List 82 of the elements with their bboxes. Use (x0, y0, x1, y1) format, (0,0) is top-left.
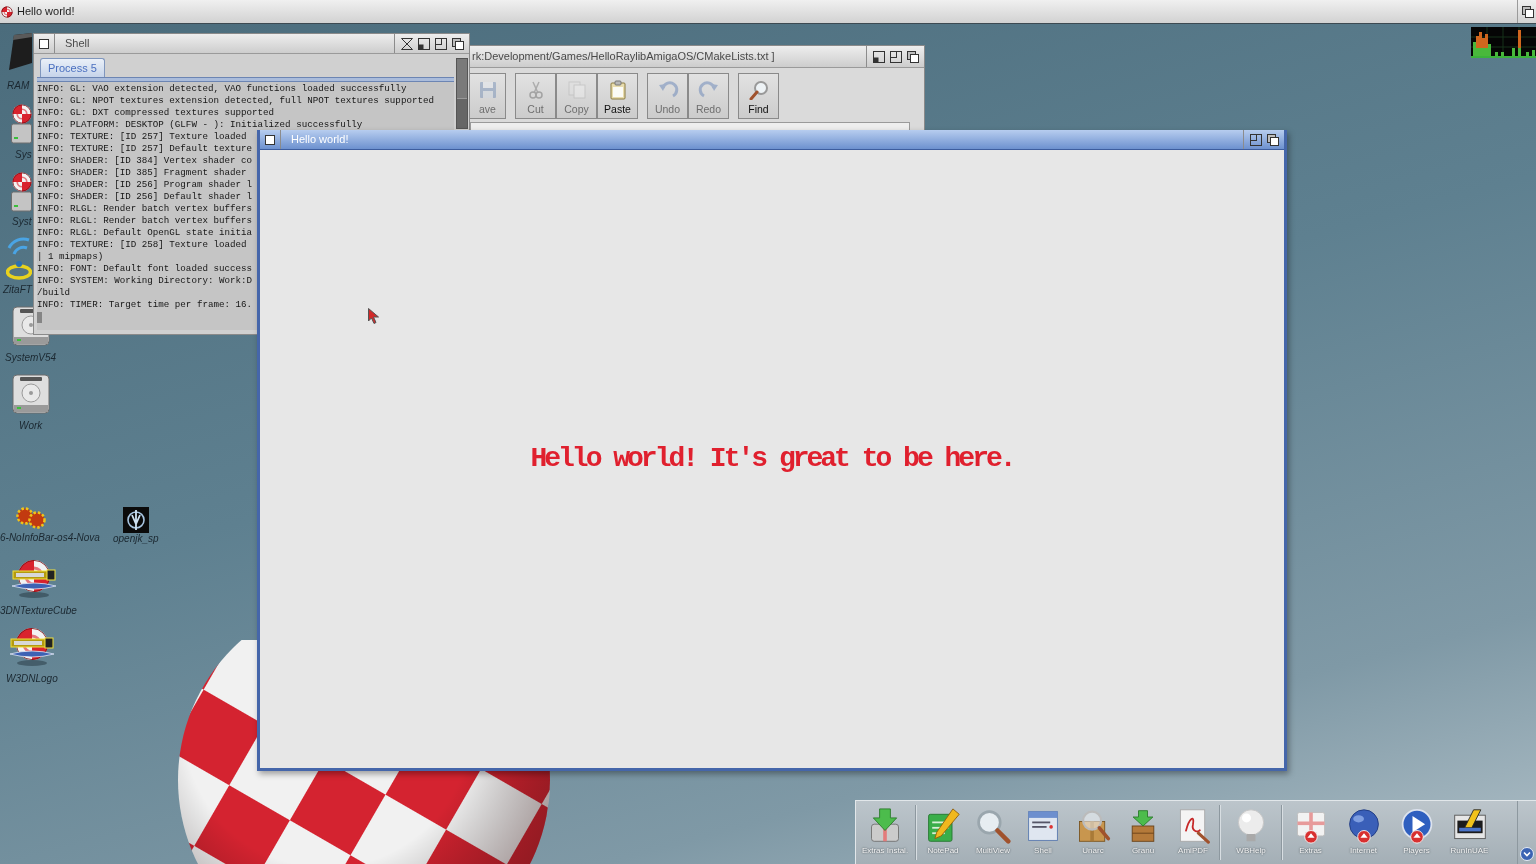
log-line: INFO: TIMER: Target time per frame: 16. (37, 299, 253, 311)
log-line: INFO: FONT: Default font loaded success (37, 263, 253, 275)
mouse-pointer-icon (368, 308, 380, 324)
log-line: INFO: PLATFORM: DESKTOP (GLFW - ): Initialized successfully (37, 119, 363, 131)
cpu-meter-drawing (1471, 27, 1536, 58)
dock-item[interactable]: MultiView (968, 801, 1018, 864)
desktop-icon-label[interactable]: 6-NoInfoBar-os4-Nova (0, 532, 100, 544)
ball-logo-icon[interactable] (8, 626, 56, 666)
desktop-icon-label[interactable]: openjk_sp (113, 533, 159, 545)
gears-icon[interactable] (16, 506, 46, 530)
log-line: INFO: GL: NPOT textures extension detected, full NPOT textures supported (37, 95, 434, 107)
zoom-icon[interactable] (1250, 133, 1262, 146)
close-icon[interactable] (38, 37, 50, 50)
log-line: INFO: SHADER: [ID 384] Vertex shader co (37, 155, 253, 167)
log-line: INFO: TEXTURE: [ID 257] Default texture (37, 143, 253, 155)
magnifier-icon (975, 808, 1011, 844)
disk-icon[interactable] (11, 170, 32, 212)
scrollbar-track[interactable] (456, 58, 468, 129)
dock-item[interactable]: Players (1390, 801, 1443, 864)
zoom-icon[interactable] (890, 50, 902, 63)
dock-item[interactable]: AmiPDF (1168, 801, 1218, 864)
log-line: | 1 mipmaps) (37, 251, 104, 263)
log-line: INFO: RLGL: Render batch vertex buffers (37, 203, 253, 215)
window-title: rk:Development/Games/HelloRaylibAmigaOS/CMakeLists.txt ] (472, 49, 775, 65)
tab[interactable]: Process 5 (40, 58, 105, 77)
terminal-window-icon (1025, 808, 1061, 844)
window-title-bar[interactable]: rk:Development/Games/HelloRaylibAmigaOS/CMakeLists.txt ] (470, 46, 924, 68)
dock-item[interactable]: Shell (1018, 801, 1068, 864)
desktop-icon-label[interactable]: Syst (12, 216, 32, 228)
dock-item[interactable]: Extras (1284, 801, 1337, 864)
zoom-icon[interactable] (435, 37, 447, 50)
ball-icon (1, 5, 13, 18)
desktop-icon-label[interactable]: W3DNLogo (6, 673, 58, 685)
log-line: INFO: GL: VAO extension detected, VAO functions loaded successfully (37, 83, 407, 95)
ball-logo-icon[interactable] (10, 558, 58, 598)
depth-icon[interactable] (452, 37, 464, 50)
pages-icon (565, 80, 588, 100)
disk-icon[interactable] (11, 102, 32, 144)
log-line: INFO: SHADER: [ID 385] Fragment shader (37, 167, 247, 179)
toolbar-button[interactable]: Find (738, 73, 779, 119)
desktop-icon-label[interactable]: Work (19, 420, 43, 432)
cursor-icon (37, 312, 42, 323)
log-line: INFO: SHADER: [ID 256] Program shader l (37, 179, 253, 191)
dock-item[interactable]: NotePad (918, 801, 968, 864)
undo-icon (656, 80, 679, 100)
window-title: Hello world! (291, 132, 349, 148)
dock-item[interactable]: RunInUAE (1443, 801, 1496, 864)
desktop-icon-label[interactable]: SystemV54 (5, 352, 57, 364)
window-title-bar[interactable]: Hello world! (260, 130, 1284, 150)
toolbar-button[interactable]: Paste (597, 73, 638, 119)
scroll-down-icon[interactable] (1520, 847, 1534, 861)
depth-icon[interactable] (1522, 5, 1534, 18)
log-line: INFO: RLGL: Render batch vertex buffers (37, 215, 253, 227)
log-line: INFO: RLGL: Default OpenGL state initia (37, 227, 253, 239)
desktop-icon-label[interactable]: RAM (7, 80, 30, 92)
dock-item[interactable]: Internet (1337, 801, 1390, 864)
desktop-icon-label[interactable]: Sys (15, 149, 32, 161)
hourglass-icon[interactable] (401, 37, 413, 50)
desktop-icon-label[interactable]: 3DNTextureCube (0, 605, 77, 617)
close-icon[interactable] (264, 133, 276, 146)
screen-title: Hello world! (17, 4, 75, 20)
desktop-icon-label[interactable]: ZitaFT (3, 284, 32, 296)
iconify-icon[interactable] (418, 37, 430, 50)
search-icon (747, 80, 770, 100)
redo-icon (697, 80, 720, 100)
log-line: INFO: SYSTEM: Working Directory: Work:D (37, 275, 253, 287)
emblem-icon[interactable] (123, 507, 149, 533)
notepad-icon (925, 808, 961, 844)
log-line: INFO: TEXTURE: [ID 257] Texture loaded (37, 131, 247, 143)
depth-icon[interactable] (1267, 133, 1279, 146)
scrollbar-thumb[interactable] (457, 59, 467, 99)
log-line: INFO: TEXTURE: [ID 258] Texture loaded (37, 239, 247, 251)
depth-icon[interactable] (907, 50, 919, 63)
log-line: INFO: SHADER: [ID 256] Default shader l (37, 191, 253, 203)
window-title: Shell (65, 36, 90, 52)
window-title-bar[interactable]: Shell (34, 34, 469, 54)
greeting-message: Hello world! It's great to be here. (530, 442, 1014, 476)
log-line: /build (37, 287, 71, 299)
log-line: INFO: GL: DXT compressed textures supported (37, 107, 275, 119)
iconify-icon[interactable] (873, 50, 885, 63)
wireless-icon[interactable] (6, 236, 32, 280)
dock-item[interactable]: WBHelp (1222, 801, 1280, 864)
